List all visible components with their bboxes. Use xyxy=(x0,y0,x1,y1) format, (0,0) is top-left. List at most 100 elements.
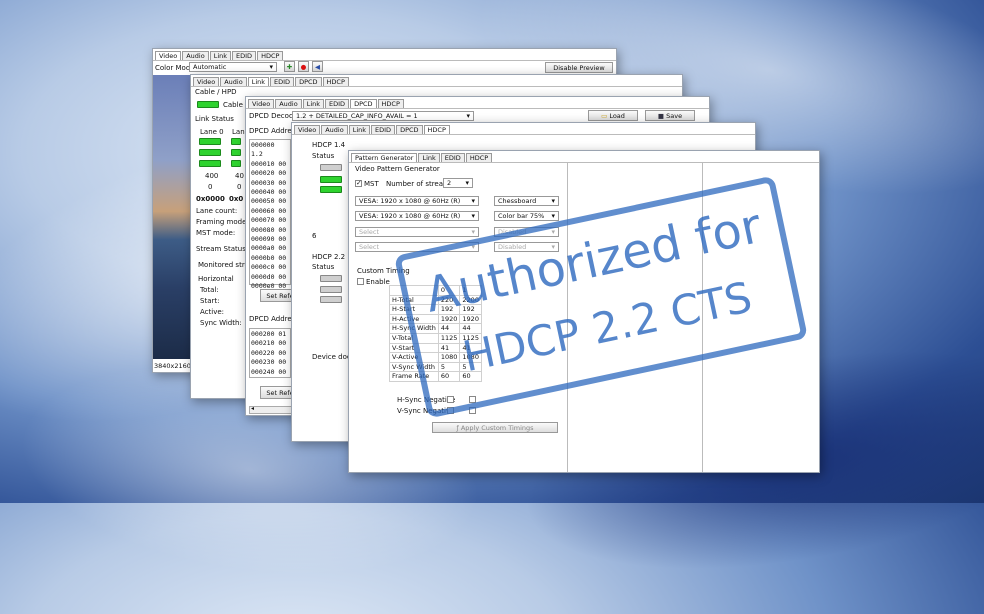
lane-led xyxy=(231,149,241,156)
tab-video[interactable]: Video xyxy=(155,51,182,60)
tab-hdcp[interactable]: HDCP xyxy=(257,51,284,60)
tab-hdcp[interactable]: HDCP xyxy=(377,99,404,108)
tab-link[interactable]: Link xyxy=(247,77,270,86)
lane-led xyxy=(231,138,241,145)
hex-value: 0x0 xyxy=(229,195,244,203)
hex-row: 000060 00 xyxy=(251,206,287,215)
tab-link[interactable]: Link xyxy=(418,153,440,162)
cable-hpd-label: Cable / HPD xyxy=(195,88,237,96)
tab-dpcd[interactable]: DPCD xyxy=(396,125,423,134)
error-count-value: 0 xyxy=(208,183,213,191)
tab-audio[interactable]: Audio xyxy=(321,125,348,134)
stream-status-label: Stream Status xyxy=(196,245,246,253)
resolution-label: 3840x2160p xyxy=(154,362,196,370)
lane-led xyxy=(231,160,241,167)
streams-spinner[interactable]: 2 xyxy=(443,178,473,188)
mst-mode-label: MST mode: xyxy=(196,229,236,237)
tab-link[interactable]: Link xyxy=(302,99,325,108)
hdcp-value: 6 xyxy=(312,232,317,240)
status-led xyxy=(320,176,342,183)
apply-custom-timings-button[interactable]: ƒ Apply Custom Timings xyxy=(432,422,558,433)
enable-checkbox[interactable] xyxy=(357,278,364,285)
hex-row: 000000 1.2 xyxy=(251,141,275,159)
tab-dpcd[interactable]: DPCD xyxy=(350,99,377,108)
resolution-select-1[interactable]: VESA: 1920 x 1080 @ 60Hz (R) xyxy=(355,196,479,206)
video-pattern-generator-label: Video Pattern Generator xyxy=(355,165,440,173)
hex-row: 000210 00 xyxy=(251,339,287,348)
save-button[interactable]: ■ Save xyxy=(645,110,695,121)
error-count-value: 0 xyxy=(237,183,242,191)
mst-label: MST xyxy=(364,180,379,188)
tab-edid[interactable]: EDID xyxy=(440,153,465,162)
hex-value: 0x0000 xyxy=(196,195,225,203)
hex-row: 000240 00 xyxy=(251,367,287,376)
total-label: Total: xyxy=(200,286,219,294)
hex-list: 000200 01 000210 00 000220 00 000230 00 0002… xyxy=(251,330,286,377)
tab-video[interactable]: Video xyxy=(248,99,275,108)
hex-list: 000000 1.2 000010 00 000020 00 000030 00 000… xyxy=(251,141,290,292)
tab-video[interactable]: Video xyxy=(193,77,220,86)
record-button[interactable]: ● xyxy=(298,61,309,72)
pattern-select-1[interactable]: Chessboard xyxy=(494,196,559,206)
hex-row: 000200 01 xyxy=(251,330,287,338)
cable-led xyxy=(197,101,219,108)
tab-audio[interactable]: Audio xyxy=(275,99,302,108)
link-rate-value: 40 xyxy=(235,172,244,180)
plus-icon: ✚ xyxy=(286,63,293,71)
lane-led xyxy=(199,160,221,167)
cable-label: Cable xyxy=(223,101,243,109)
active-label: Active: xyxy=(200,308,225,316)
tab-audio[interactable]: Audio xyxy=(182,51,209,60)
tab-hdcp[interactable]: HDCP xyxy=(423,125,450,134)
hdcp14-status-label: Status xyxy=(312,152,335,160)
status-led xyxy=(320,286,342,293)
tab-link[interactable]: Link xyxy=(348,125,371,134)
scroll-left-icon: ◂ xyxy=(251,405,255,412)
resolution-select-2[interactable]: VESA: 1920 x 1080 @ 60Hz (R) xyxy=(355,211,479,221)
tab-edid[interactable]: EDID xyxy=(232,51,257,60)
framing-mode-label: Framing mode: xyxy=(196,218,249,226)
dpcd-hex-view-2[interactable]: 000200 01 000210 00 000220 00 000230 00 0002… xyxy=(249,328,291,378)
hex-row: 0000d0 00 xyxy=(251,272,287,281)
disable-preview-button[interactable]: Disable Preview xyxy=(545,62,613,73)
video-preview xyxy=(153,75,193,359)
tab-video[interactable]: Video xyxy=(294,125,321,134)
add-button[interactable]: ✚ xyxy=(284,61,295,72)
lane-count-label: Lane count: xyxy=(196,207,238,215)
load-button[interactable]: ▭ Load xyxy=(588,110,638,121)
hex-row: 000010 00 xyxy=(251,159,287,168)
sync-width-label: Sync Width: xyxy=(200,319,242,327)
dpcd-decoder-select[interactable]: 1.2 + DETAILED_CAP_INFO_AVAIL = 1 xyxy=(292,111,474,121)
hex-row: 000040 00 xyxy=(251,188,287,197)
tab-pattern-generator[interactable]: Pattern Generator xyxy=(351,153,418,162)
color-mode-select[interactable]: Automatic xyxy=(189,62,277,72)
hex-row: 000230 00 xyxy=(251,358,287,367)
hex-row: 0000b0 00 xyxy=(251,253,287,262)
hex-row: 0000a0 00 xyxy=(251,244,287,253)
audio-button[interactable]: ◀ xyxy=(312,61,323,72)
dpcd-hex-view[interactable]: 000000 1.2 000010 00 000020 00 000030 00 000… xyxy=(249,139,291,290)
hdcp22-status-label: Status xyxy=(312,263,335,271)
tab-link[interactable]: Link xyxy=(209,51,232,60)
tab-hdcp[interactable]: HDCP xyxy=(322,77,349,86)
tab-edid[interactable]: EDID xyxy=(371,125,396,134)
tab-hdcp[interactable]: HDCP xyxy=(465,153,493,162)
status-led xyxy=(320,164,342,171)
resolution-select-3[interactable]: Select xyxy=(355,227,479,237)
disk-icon: ■ xyxy=(657,112,665,120)
hdcp22-label: HDCP 2.2 xyxy=(312,253,346,261)
speaker-icon: ◀ xyxy=(315,63,320,71)
lane0-label: Lane 0 xyxy=(200,128,224,136)
lane-led xyxy=(199,149,221,156)
lane-led xyxy=(199,138,221,145)
tab-edid[interactable]: EDID xyxy=(270,77,295,86)
pattern-select-2[interactable]: Color bar 75% xyxy=(494,211,559,221)
tab-dpcd[interactable]: DPCD xyxy=(295,77,322,86)
hex-row: 000090 00 xyxy=(251,235,287,244)
horizontal-label: Horizontal xyxy=(198,275,234,283)
tab-edid[interactable]: EDID xyxy=(325,99,350,108)
hdcp14-label: HDCP 1.4 xyxy=(312,141,346,149)
tab-audio[interactable]: Audio xyxy=(220,77,247,86)
hex-row: 000020 00 xyxy=(251,169,287,178)
mst-checkbox[interactable] xyxy=(355,179,362,187)
